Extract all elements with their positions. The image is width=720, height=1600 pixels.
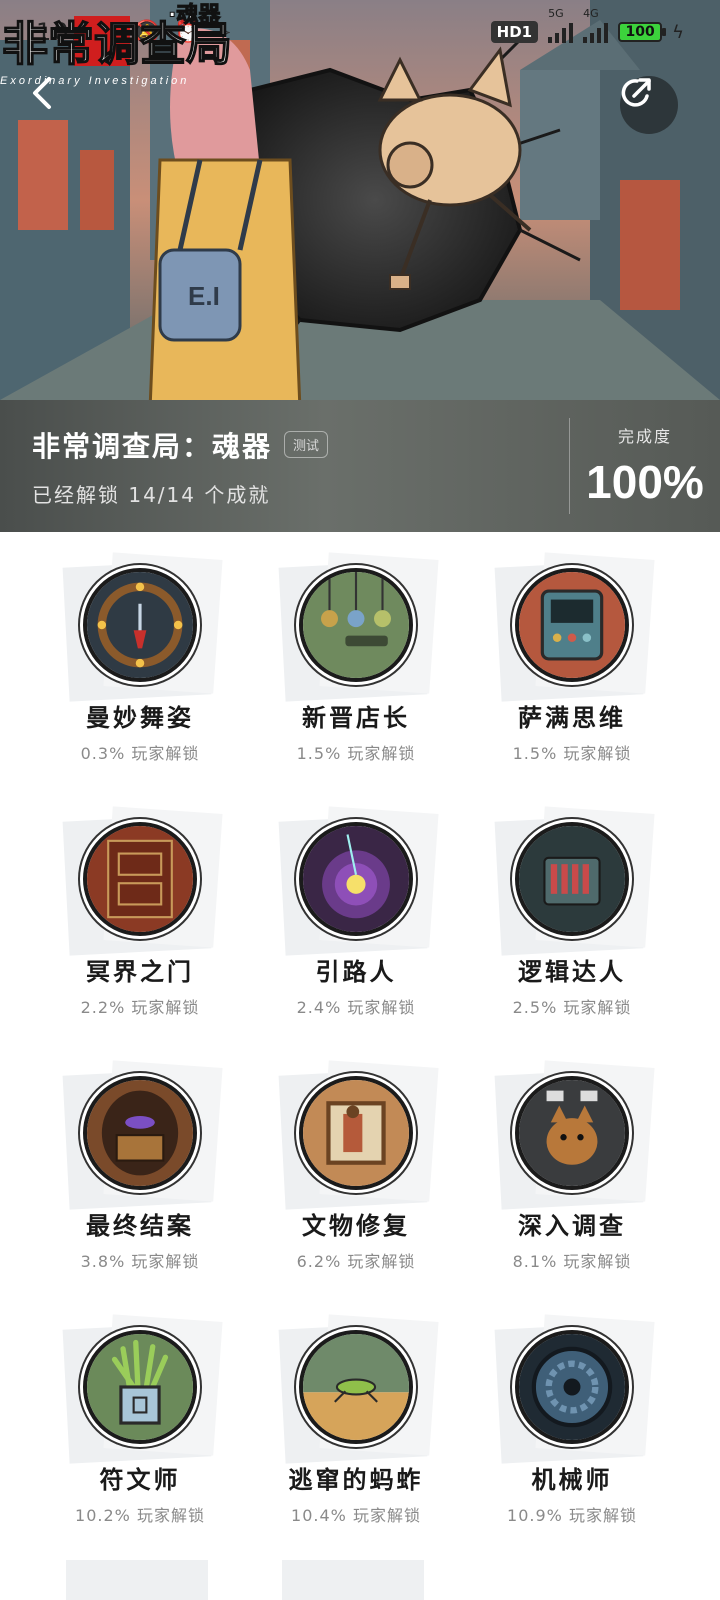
achievement-name: 萨满思维 [518, 704, 626, 732]
logo-sub-text: ·魂器 [168, 2, 221, 28]
share-button[interactable] [620, 76, 678, 134]
achievement-card[interactable]: 萨满思维 1.5% 玩家解锁 [480, 544, 700, 784]
achievement-name: 机械师 [531, 1466, 613, 1494]
shop-badge-icon [299, 568, 413, 682]
achievement-rate: 1.5% 玩家解锁 [296, 744, 416, 763]
achievement-rate: 2.4% 玩家解锁 [296, 998, 416, 1017]
achievement-name: 冥界之门 [86, 958, 194, 986]
game-info-band: 非常调查局：魂器 测试 已经解锁 14/14 个成就 完成度 100% [0, 400, 720, 532]
achievement-name: 符文师 [99, 1466, 181, 1494]
completion-value: 100% [586, 456, 704, 508]
network-5g-label: 5G [548, 7, 564, 20]
console-badge-icon [515, 568, 629, 682]
test-tag: 测试 [284, 431, 329, 458]
achievement-rate: 10.2% 玩家解锁 [75, 1506, 205, 1525]
achievement-rate: 0.3% 玩家解锁 [80, 744, 200, 763]
achievement-card[interactable]: 逃窜的蚂蚱 10.4% 玩家解锁 [264, 1306, 484, 1546]
achievement-card[interactable]: 曼妙舞姿 0.3% 玩家解锁 [48, 544, 268, 784]
signal-5g-icon: 5G [548, 7, 574, 43]
grasshopper-badge-icon [299, 1330, 413, 1444]
achievement-rate: 10.9% 玩家解锁 [507, 1506, 637, 1525]
hero-banner: E.I 10:19 🔕 ⏰ ⟡ HD1 5G 4G 100 ϟ [0, 0, 720, 400]
dancer-badge-icon [83, 568, 197, 682]
chest-badge-icon [83, 1076, 197, 1190]
badge-paper [66, 1560, 208, 1600]
unlock-summary: 已经解锁 14/14 个成就 [32, 482, 271, 507]
achievement-name: 文物修复 [302, 1212, 410, 1240]
achievement-card[interactable]: 文物修复 6.2% 玩家解锁 [264, 1052, 484, 1292]
switches-badge-icon [515, 822, 629, 936]
achievement-card[interactable]: 机械师 10.9% 玩家解锁 [480, 1306, 700, 1546]
achievement-card[interactable]: 引路人 2.4% 玩家解锁 [264, 798, 484, 1038]
achievement-name: 逻辑达人 [518, 958, 626, 986]
achievement-rate: 2.5% 玩家解锁 [512, 998, 632, 1017]
achievement-name: 深入调查 [518, 1212, 626, 1240]
rune-plant-badge-icon [83, 1330, 197, 1444]
battery-icon: 100 [618, 22, 667, 42]
signal-4g-icon: 4G [583, 7, 609, 43]
vortex-badge-icon [299, 822, 413, 936]
achievement-rate: 8.1% 玩家解锁 [512, 1252, 632, 1271]
logo-en-text: Exordinary Investigation [0, 75, 189, 87]
game-info: 非常调查局：魂器 测试 已经解锁 14/14 个成就 [0, 425, 569, 508]
painting-badge-icon [299, 1076, 413, 1190]
achievement-grid: 曼妙舞姿 0.3% 玩家解锁 新晋店长 1.5% 玩家解锁 萨满思维 1.5% … [0, 532, 720, 1600]
achievement-name: 曼妙舞姿 [86, 704, 194, 732]
cat-badge-icon [515, 1076, 629, 1190]
status-indicators: HD1 5G 4G 100 ϟ [490, 7, 684, 43]
game-logo: 非常调查局 ·魂器 Exordinary Investigation [0, 2, 233, 88]
achievement-card[interactable]: 冥界之门 2.2% 玩家解锁 [48, 798, 268, 1038]
achievement-rate: 6.2% 玩家解锁 [296, 1252, 416, 1271]
achievement-rate: 3.8% 玩家解锁 [80, 1252, 200, 1271]
achievement-card[interactable]: 最终结案 3.8% 玩家解锁 [48, 1052, 268, 1292]
achievement-rate: 2.2% 玩家解锁 [80, 998, 200, 1017]
achievement-card[interactable]: 深入调查 8.1% 玩家解锁 [480, 1052, 700, 1292]
gate-badge-icon [83, 822, 197, 936]
game-title-row: 非常调查局：魂器 测试 [32, 425, 569, 465]
achievement-name: 逃窜的蚂蚱 [288, 1466, 424, 1494]
game-title: 非常调查局：魂器 [32, 429, 273, 463]
achievement-name: 新晋店长 [302, 704, 410, 732]
achievement-card[interactable]: 新晋店长 1.5% 玩家解锁 [264, 544, 484, 784]
achievement-card[interactable]: 逻辑达人 2.5% 玩家解锁 [480, 798, 700, 1038]
share-icon [621, 78, 651, 107]
gear-badge-icon [515, 1330, 629, 1444]
svg-text:E.I: E.I [188, 281, 220, 311]
badge-paper [282, 1560, 424, 1600]
achievement-rate: 10.4% 玩家解锁 [291, 1506, 421, 1525]
achievement-name: 引路人 [315, 958, 397, 986]
achievement-rate: 1.5% 玩家解锁 [512, 744, 632, 763]
achievement-name: 最终结案 [86, 1212, 194, 1240]
hd-badge: HD1 [490, 21, 539, 43]
charging-icon: ϟ [672, 21, 684, 43]
achievement-card[interactable]: 符文师 10.2% 玩家解锁 [48, 1306, 268, 1546]
completion-label: 完成度 [617, 427, 672, 446]
network-4g-label: 4G [583, 7, 599, 20]
completion: 完成度 100% [570, 423, 720, 509]
